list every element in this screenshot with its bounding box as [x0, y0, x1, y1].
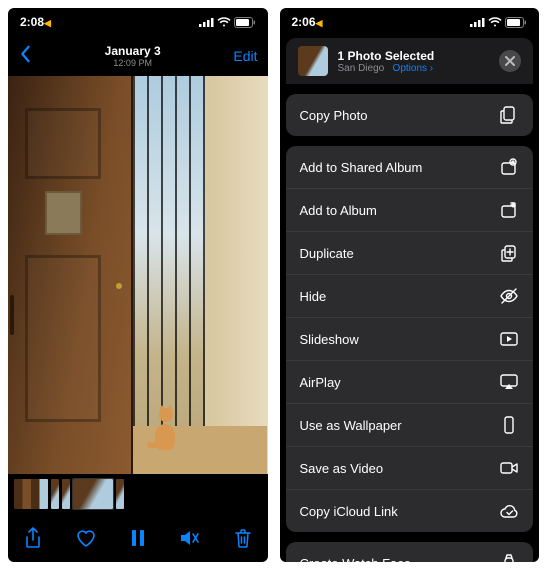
thumb[interactable]: [116, 479, 124, 509]
wifi-icon: [488, 17, 502, 27]
filmstrip[interactable]: [8, 474, 268, 514]
bottom-toolbar: [8, 514, 268, 562]
heart-icon: [76, 529, 96, 547]
action-duplicate[interactable]: Duplicate: [286, 232, 534, 275]
action-album[interactable]: Add to Album: [286, 189, 534, 232]
share-header-text: 1 Photo Selected San Diego Options ›: [338, 49, 435, 74]
hide-icon: [499, 286, 519, 306]
status-icons: [199, 17, 256, 28]
action-video[interactable]: Save as Video: [286, 447, 534, 490]
duplicate-icon: [499, 243, 519, 263]
share-location: San Diego: [338, 63, 385, 74]
action-slideshow[interactable]: Slideshow: [286, 318, 534, 361]
close-button[interactable]: [499, 50, 521, 72]
action-label: Hide: [300, 289, 327, 304]
action-label: Add to Shared Album: [300, 160, 423, 175]
nav-subtitle: 12:09 PM: [32, 58, 233, 68]
speaker-muted-icon: [179, 529, 199, 547]
album-icon: [499, 200, 519, 220]
wallpaper-icon: [499, 415, 519, 435]
trash-icon: [234, 528, 252, 548]
video-icon: [499, 458, 519, 478]
action-label: Add to Album: [300, 203, 377, 218]
chevron-right-icon: ›: [430, 63, 433, 74]
battery-icon: [234, 17, 256, 28]
pause-button[interactable]: [131, 530, 145, 546]
action-icloud[interactable]: Copy iCloud Link: [286, 490, 534, 532]
action-label: Create Watch Face: [300, 556, 412, 563]
watch-icon: [499, 553, 519, 562]
action-copy[interactable]: Copy Photo: [286, 94, 534, 136]
slideshow-icon: [499, 329, 519, 349]
action-group: Create Watch Face Save to Files Assign t…: [286, 542, 534, 562]
share-thumbnail: [298, 46, 328, 76]
action-wallpaper[interactable]: Use as Wallpaper: [286, 404, 534, 447]
battery-icon: [505, 17, 527, 28]
thumb-group[interactable]: [14, 479, 48, 509]
chevron-left-icon: [18, 45, 32, 63]
nav-bar: January 3 12:09 PM Edit: [8, 36, 268, 76]
share-button[interactable]: [24, 527, 42, 549]
thumb-selected[interactable]: [73, 479, 113, 509]
status-time: 2:06◀: [292, 15, 323, 29]
share-icon: [24, 527, 42, 549]
action-hide[interactable]: Hide: [286, 275, 534, 318]
copy-icon: [499, 105, 519, 125]
nav-title-area: January 3 12:09 PM: [32, 44, 233, 68]
close-icon: [505, 56, 515, 66]
now-playing-indicator-icon: ◀: [316, 18, 323, 28]
shared-album-icon: [499, 157, 519, 177]
status-bar: 2:08◀: [8, 8, 268, 36]
action-shared-album[interactable]: Add to Shared Album: [286, 146, 534, 189]
cellular-signal-icon: [470, 17, 485, 27]
status-icons: [470, 17, 527, 28]
action-watch[interactable]: Create Watch Face: [286, 542, 534, 562]
icloud-icon: [499, 501, 519, 521]
back-button[interactable]: [18, 45, 32, 68]
photo-viewport[interactable]: [8, 76, 268, 474]
cat-subject: [151, 408, 183, 450]
action-label: Slideshow: [300, 332, 359, 347]
cellular-signal-icon: [199, 17, 214, 27]
action-group: Copy Photo: [286, 94, 534, 136]
photos-app-viewer: 2:08◀ January 3 12:09 PM Edit: [8, 8, 268, 562]
pause-icon: [131, 530, 145, 546]
nav-title: January 3: [32, 44, 233, 58]
edit-button[interactable]: Edit: [233, 48, 257, 64]
share-sheet-header: 1 Photo Selected San Diego Options ›: [286, 38, 534, 84]
favorite-button[interactable]: [76, 529, 96, 547]
action-label: Copy Photo: [300, 108, 368, 123]
airplay-icon: [499, 372, 519, 392]
action-label: AirPlay: [300, 375, 341, 390]
thumb[interactable]: [51, 479, 59, 509]
share-sheet-actions[interactable]: Copy Photo Add to Shared Album Add to Al…: [280, 84, 540, 562]
action-label: Use as Wallpaper: [300, 418, 402, 433]
thumb[interactable]: [62, 479, 70, 509]
share-sheet-screen: 2:06◀ 1 Photo Selected San Diego Options…: [280, 8, 540, 562]
mute-button[interactable]: [179, 529, 199, 547]
status-bar: 2:06◀: [280, 8, 540, 36]
wifi-icon: [217, 17, 231, 27]
action-group: Add to Shared Album Add to Album Duplica…: [286, 146, 534, 532]
share-title: 1 Photo Selected: [338, 49, 435, 63]
status-time: 2:08◀: [20, 15, 51, 29]
action-label: Save as Video: [300, 461, 384, 476]
now-playing-indicator-icon: ◀: [44, 18, 51, 28]
action-airplay[interactable]: AirPlay: [286, 361, 534, 404]
action-label: Duplicate: [300, 246, 354, 261]
delete-button[interactable]: [234, 528, 252, 548]
action-label: Copy iCloud Link: [300, 504, 398, 519]
photo-content: [8, 76, 268, 474]
share-options-button[interactable]: Options ›: [393, 63, 434, 74]
